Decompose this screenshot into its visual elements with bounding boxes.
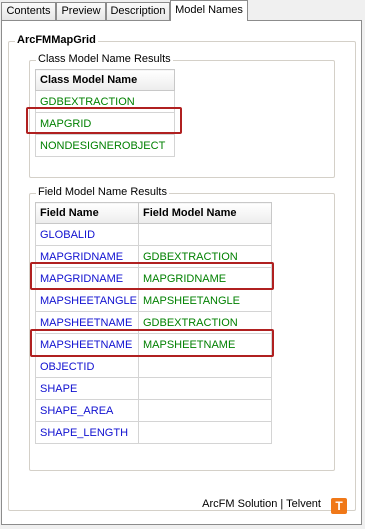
field-model-cell	[138, 355, 272, 378]
footer-brand-text: ArcFM Solution | Telvent	[202, 498, 321, 510]
field-model-cell	[138, 377, 272, 400]
highlight-box-mapgridname	[30, 262, 274, 290]
field-name-cell: SHAPE_AREA	[35, 399, 139, 422]
class-model-cell: NONDESIGNEROBJECT	[35, 134, 175, 157]
field-model-cell	[138, 421, 272, 444]
tab-contents[interactable]: Contents	[1, 2, 56, 20]
field-name-cell: GLOBALID	[35, 223, 139, 246]
table-row[interactable]: GLOBALID	[35, 223, 272, 246]
field-name-cell: MAPSHEETANGLE	[35, 289, 139, 312]
table-row[interactable]: SHAPE_AREA	[35, 399, 272, 422]
tab-description[interactable]: Description	[106, 2, 170, 20]
table-row[interactable]: SHAPE	[35, 377, 272, 400]
field-results-title: Field Model Name Results	[36, 186, 169, 198]
field-model-table: Field Name Field Model Name GLOBALID MAP…	[35, 202, 272, 444]
field-name-header[interactable]: Field Name	[35, 202, 139, 224]
field-model-name-header[interactable]: Field Model Name	[138, 202, 272, 224]
class-results-title: Class Model Name Results	[36, 53, 173, 65]
field-model-cell	[138, 399, 272, 422]
object-name-title: ArcFMMapGrid	[15, 34, 98, 46]
table-row[interactable]: SHAPE_LENGTH	[35, 421, 272, 444]
table-row[interactable]: MAPSHEETANGLE MAPSHEETANGLE	[35, 289, 272, 312]
tab-preview[interactable]: Preview	[56, 2, 106, 20]
field-name-cell: OBJECTID	[35, 355, 139, 378]
telvent-logo-icon: T	[331, 498, 347, 514]
class-model-header[interactable]: Class Model Name	[35, 69, 175, 91]
table-row[interactable]: NONDESIGNEROBJECT	[35, 134, 175, 157]
field-model-cell	[138, 223, 272, 246]
field-model-cell: MAPSHEETANGLE	[138, 289, 272, 312]
tab-bar: Contents Preview Description Model Names	[0, 0, 365, 22]
tab-model-names[interactable]: Model Names	[170, 0, 248, 21]
highlight-box-mapsheetname	[30, 329, 274, 357]
highlight-box-mapgrid	[26, 107, 182, 134]
table-row[interactable]: OBJECTID	[35, 355, 272, 378]
field-name-cell: SHAPE	[35, 377, 139, 400]
field-name-cell: SHAPE_LENGTH	[35, 421, 139, 444]
